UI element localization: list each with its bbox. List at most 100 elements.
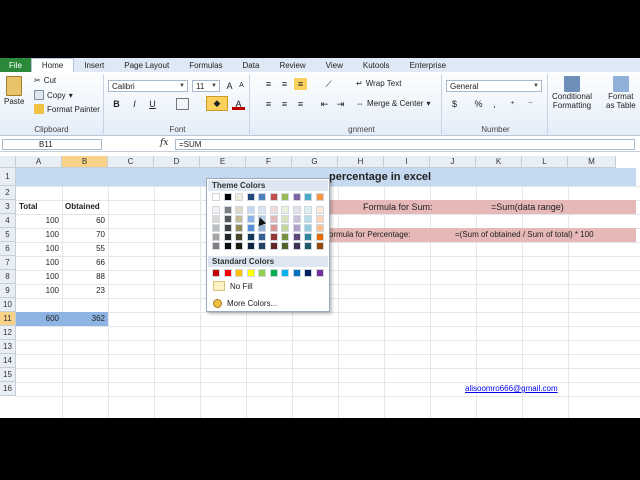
row-header[interactable]: 4	[0, 214, 16, 228]
color-swatch[interactable]	[223, 215, 232, 223]
orientation-button[interactable]: ⟋	[322, 78, 335, 90]
header-total[interactable]: Total	[16, 200, 41, 214]
no-fill-option[interactable]: No Fill	[213, 281, 253, 291]
color-swatch[interactable]	[281, 242, 289, 250]
cell-obtained[interactable]: 55	[62, 242, 108, 256]
paste-button[interactable]: Paste	[4, 76, 24, 106]
color-swatch[interactable]	[281, 224, 289, 232]
color-swatch[interactable]	[315, 233, 324, 241]
row-header[interactable]: 8	[0, 270, 16, 284]
color-swatch[interactable]	[315, 193, 324, 201]
color-swatch[interactable]	[212, 233, 220, 241]
color-swatch[interactable]	[212, 206, 220, 214]
color-swatch[interactable]	[246, 224, 255, 232]
copy-button[interactable]: Copy ▾	[34, 90, 73, 100]
color-swatch[interactable]	[281, 269, 289, 277]
decrease-indent-button[interactable]: ⇤	[318, 98, 331, 110]
row-header[interactable]: 16	[0, 382, 16, 396]
color-swatch[interactable]	[223, 206, 232, 214]
email-link[interactable]: alisoomro666@gmail.com	[462, 382, 561, 396]
row-header[interactable]: 3	[0, 200, 16, 214]
shrink-font-button[interactable]: A	[235, 80, 248, 92]
name-box[interactable]: B11	[2, 139, 102, 150]
column-header[interactable]: C	[108, 156, 154, 168]
merge-center-button[interactable]: ⇔ Merge & Center ▾	[356, 99, 430, 108]
color-swatch[interactable]	[223, 193, 232, 201]
row-header[interactable]: 10	[0, 298, 16, 312]
format-as-table-button[interactable]: Format as Table	[606, 76, 636, 110]
column-header[interactable]: L	[522, 156, 568, 168]
color-swatch[interactable]	[269, 224, 278, 232]
align-left-button[interactable]: ≡	[262, 98, 275, 110]
color-swatch[interactable]	[281, 233, 289, 241]
tab-kutools[interactable]: Kutools	[353, 58, 400, 72]
tab-page-layout[interactable]: Page Layout	[114, 58, 179, 72]
color-swatch[interactable]	[304, 215, 312, 223]
cell-obtained[interactable]: 23	[62, 284, 108, 298]
color-swatch[interactable]	[315, 269, 324, 277]
cell-total[interactable]: 100	[16, 242, 62, 256]
comma-button[interactable]: ,	[488, 98, 501, 110]
cell-obtained[interactable]: 70	[62, 228, 108, 242]
color-swatch[interactable]	[235, 233, 243, 241]
color-swatch[interactable]	[212, 242, 220, 250]
fx-icon[interactable]: fx	[160, 138, 168, 148]
color-swatch[interactable]	[304, 269, 312, 277]
color-swatch[interactable]	[235, 269, 243, 277]
underline-button[interactable]: U	[146, 98, 159, 110]
cell-total[interactable]: 100	[16, 256, 62, 270]
tab-home[interactable]: Home	[30, 58, 75, 72]
column-header[interactable]: H	[338, 156, 384, 168]
color-swatch[interactable]	[212, 224, 220, 232]
cell-obtained[interactable]: 88	[62, 270, 108, 284]
row-header[interactable]: 9	[0, 284, 16, 298]
color-swatch[interactable]	[258, 269, 266, 277]
color-swatch[interactable]	[269, 269, 278, 277]
color-swatch[interactable]	[258, 193, 266, 201]
align-middle-button[interactable]: ≡	[278, 78, 291, 90]
cell-sum-obtained[interactable]: 362	[62, 312, 108, 326]
color-swatch[interactable]	[315, 242, 324, 250]
color-swatch[interactable]	[315, 206, 324, 214]
row-header[interactable]: 2	[0, 186, 16, 200]
color-swatch[interactable]	[281, 193, 289, 201]
cell-total[interactable]: 100	[16, 284, 62, 298]
color-swatch[interactable]	[269, 193, 278, 201]
column-header[interactable]: B	[62, 156, 108, 168]
column-header[interactable]: J	[430, 156, 476, 168]
color-swatch[interactable]	[246, 193, 255, 201]
row-header[interactable]: 6	[0, 242, 16, 256]
color-swatch[interactable]	[235, 224, 243, 232]
color-swatch[interactable]	[258, 206, 266, 214]
bold-button[interactable]: B	[110, 98, 123, 110]
color-swatch[interactable]	[292, 269, 301, 277]
align-top-button[interactable]: ≡	[262, 78, 275, 90]
color-swatch[interactable]	[292, 206, 301, 214]
color-swatch[interactable]	[304, 193, 312, 201]
color-swatch[interactable]	[212, 215, 220, 223]
column-header[interactable]: A	[16, 156, 62, 168]
cell-total[interactable]: 100	[16, 228, 62, 242]
column-header[interactable]: G	[292, 156, 338, 168]
color-swatch[interactable]	[246, 215, 255, 223]
color-swatch[interactable]	[292, 193, 301, 201]
color-swatch[interactable]	[292, 215, 301, 223]
color-swatch[interactable]	[246, 233, 255, 241]
tab-review[interactable]: Review	[269, 58, 315, 72]
tab-file[interactable]: File	[0, 58, 31, 72]
tab-view[interactable]: View	[316, 58, 353, 72]
decrease-decimal-button[interactable]: ⁻	[524, 98, 537, 110]
percent-button[interactable]: %	[472, 98, 485, 110]
align-right-button[interactable]: ≡	[294, 98, 307, 110]
tab-formulas[interactable]: Formulas	[179, 58, 232, 72]
column-header[interactable]: D	[154, 156, 200, 168]
color-swatch[interactable]	[269, 215, 278, 223]
align-bottom-button[interactable]: ≡	[294, 78, 307, 90]
color-swatch[interactable]	[304, 224, 312, 232]
color-swatch[interactable]	[304, 233, 312, 241]
currency-button[interactable]: $	[448, 98, 461, 110]
color-swatch[interactable]	[292, 224, 301, 232]
color-swatch[interactable]	[269, 242, 278, 250]
color-swatch[interactable]	[304, 206, 312, 214]
color-swatch[interactable]	[235, 242, 243, 250]
